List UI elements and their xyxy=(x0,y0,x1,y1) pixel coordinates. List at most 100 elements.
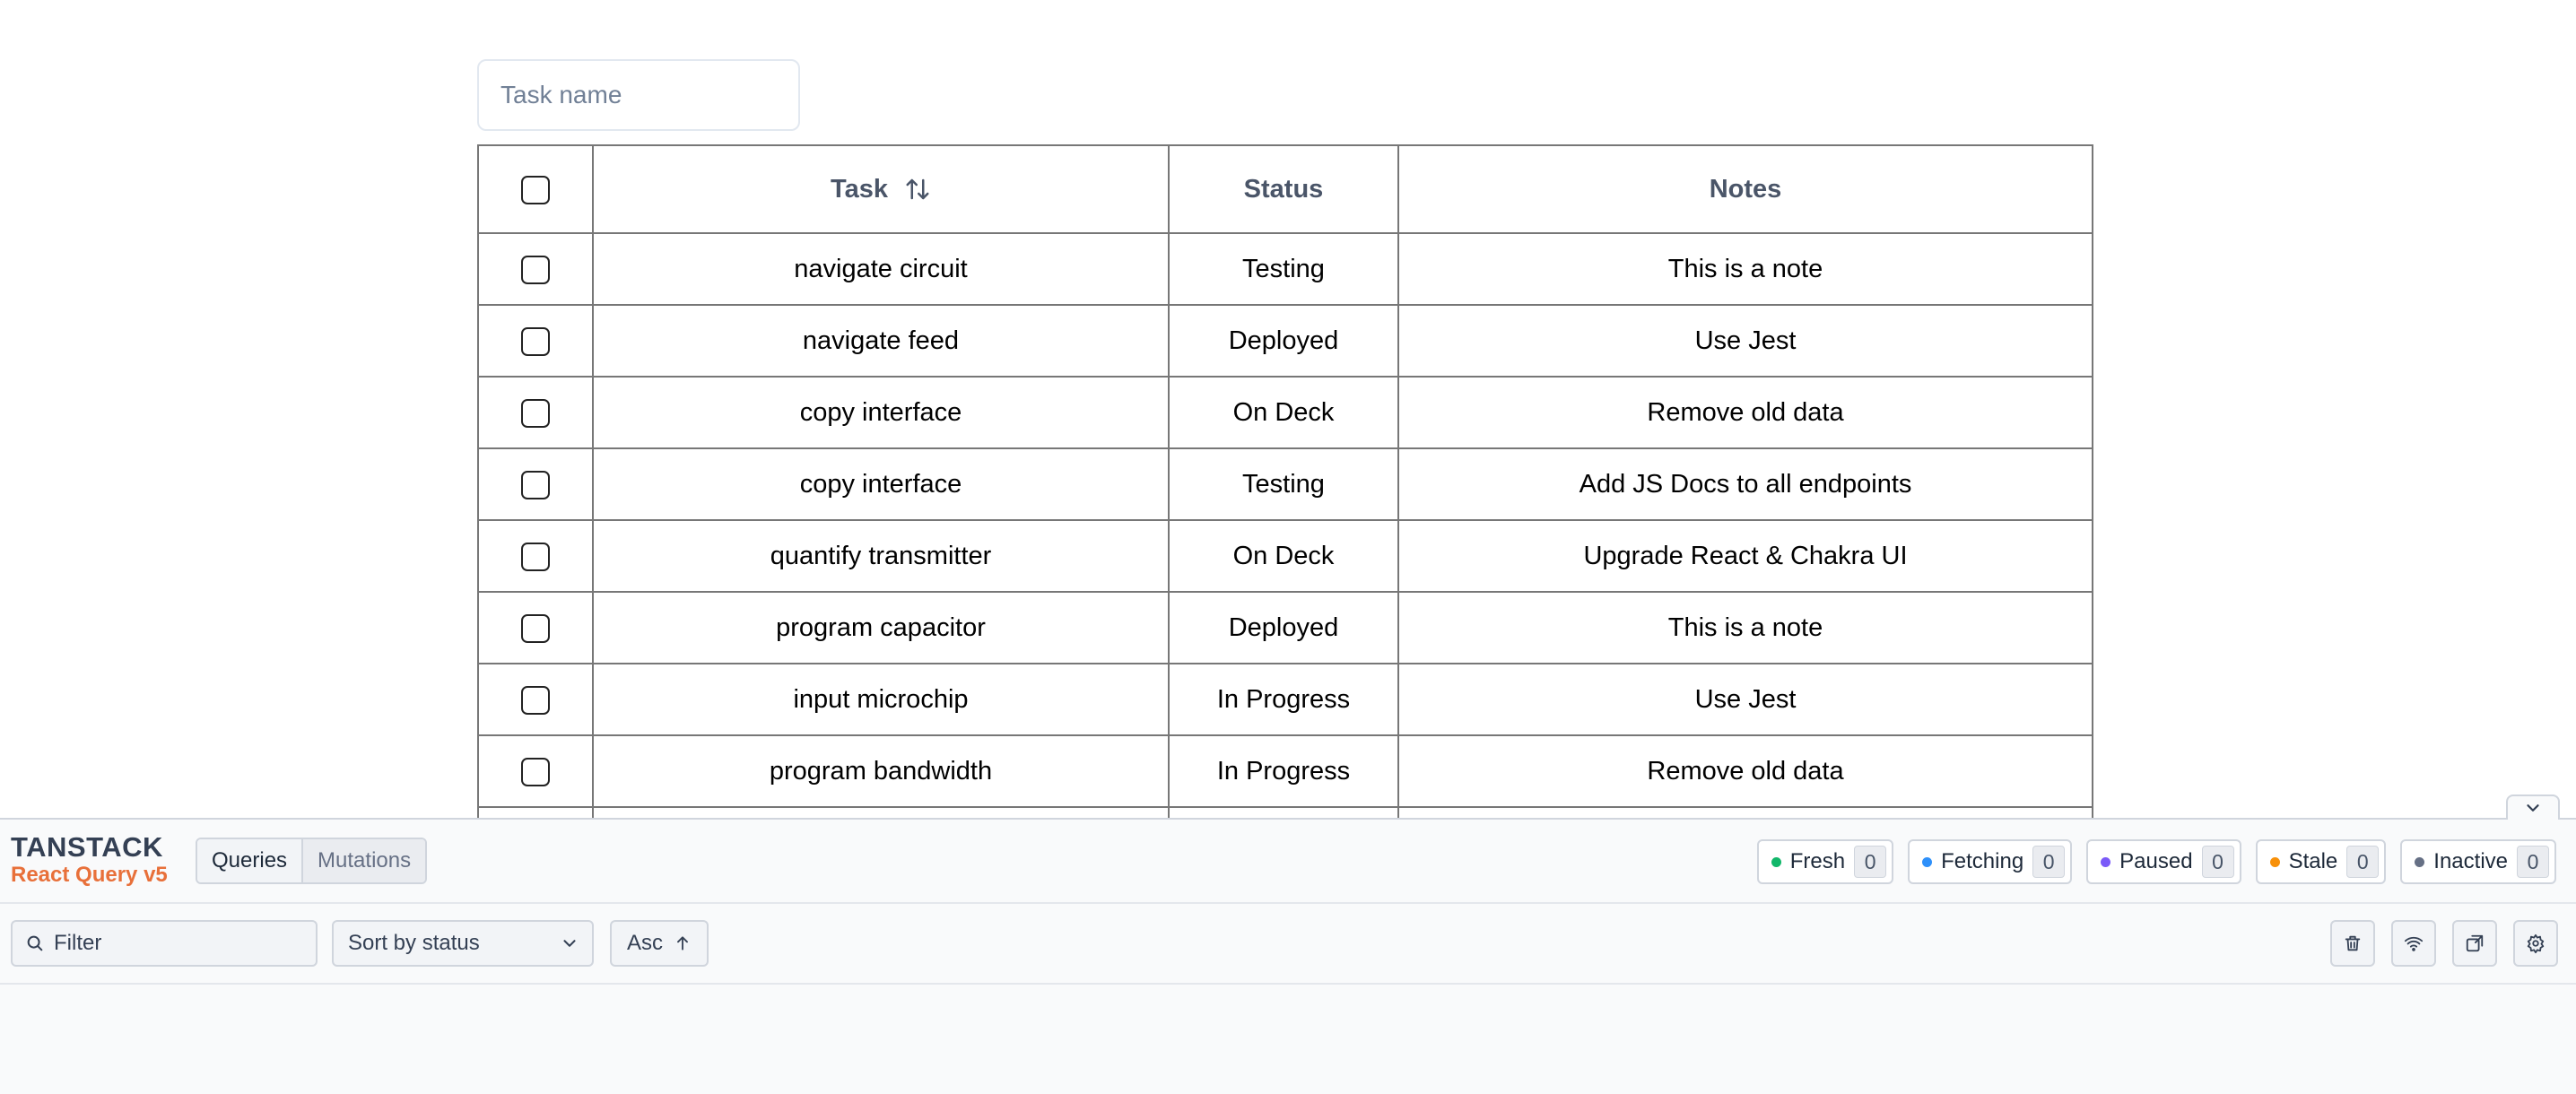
row-checkbox[interactable] xyxy=(521,470,550,499)
row-select-cell xyxy=(477,232,594,306)
status-cell: Testing xyxy=(1168,232,1399,306)
sort-order-button[interactable]: Asc xyxy=(610,920,709,967)
table-row: program capacitor Deployed This is a not… xyxy=(477,591,2093,664)
row-select-cell xyxy=(477,447,594,521)
status-dot xyxy=(1771,856,1781,867)
select-all-checkbox[interactable] xyxy=(521,175,550,204)
task-cell: program bandwidth xyxy=(592,734,1170,808)
status-dot xyxy=(1922,856,1933,867)
header-select-cell xyxy=(477,144,594,234)
table-row: program bandwidth In Progress Remove old… xyxy=(477,734,2093,808)
sort-select[interactable]: Sort by status xyxy=(332,920,594,967)
table-row: navigate circuit Testing This is a note xyxy=(477,232,2093,306)
tasks-table: Task Status Notes navigate circuit Testi… xyxy=(477,144,2093,818)
tab-queries[interactable]: Queries xyxy=(197,839,304,882)
table-header-row: Task Status Notes xyxy=(477,144,2093,234)
status-cell: Deployed xyxy=(1168,304,1399,378)
status-pill-paused[interactable]: Paused 0 xyxy=(2086,839,2241,884)
task-cell: quantify transmitter xyxy=(592,519,1170,593)
status-label: Stale xyxy=(2288,849,2338,873)
tanstack-logo[interactable]: TANSTACK React Query v5 xyxy=(11,832,168,888)
popout-button[interactable] xyxy=(2452,920,2497,967)
offline-toggle-button[interactable] xyxy=(2391,920,2436,967)
popout-icon xyxy=(2466,934,2484,952)
status-cell: In Progress xyxy=(1168,663,1399,736)
row-checkbox[interactable] xyxy=(521,398,550,428)
notes-cell: Use Jest xyxy=(1397,663,2093,736)
wifi-icon xyxy=(2404,936,2424,951)
task-name-input[interactable] xyxy=(477,59,800,131)
query-status-summary: Fresh 0 Fetching 0 Paused 0 Stale 0 Inac… xyxy=(1756,839,2556,884)
status-pill-stale[interactable]: Stale 0 xyxy=(2255,839,2387,884)
status-label: Fetching xyxy=(1941,849,2024,873)
row-select-cell xyxy=(477,663,594,736)
row-checkbox[interactable] xyxy=(521,326,550,356)
status-pill-fetching[interactable]: Fetching 0 xyxy=(1908,839,2073,884)
header-task[interactable]: Task xyxy=(592,144,1170,234)
table-row: copy interface On Deck Remove old data xyxy=(477,376,2093,449)
row-checkbox[interactable] xyxy=(521,685,550,715)
task-cell xyxy=(592,806,1170,818)
devtools-header: TANSTACK React Query v5 Queries Mutation… xyxy=(0,820,2576,904)
status-label: Inactive xyxy=(2433,849,2508,873)
sort-select-value: Sort by status xyxy=(348,931,480,955)
status-dot xyxy=(2101,856,2111,867)
notes-cell xyxy=(1397,806,2093,818)
clear-cache-button[interactable] xyxy=(2330,920,2375,967)
status-count: 0 xyxy=(2032,846,2066,878)
search-icon xyxy=(27,935,43,951)
task-cell: navigate circuit xyxy=(592,232,1170,306)
status-cell: Deployed xyxy=(1168,591,1399,664)
table-row: quantify transmitter On Deck Upgrade Rea… xyxy=(477,519,2093,593)
status-label: Paused xyxy=(2119,849,2193,873)
notes-cell: This is a note xyxy=(1397,232,2093,306)
header-task-label: Task xyxy=(831,174,888,204)
row-select-cell xyxy=(477,376,594,449)
notes-cell: Upgrade React & Chakra UI xyxy=(1397,519,2093,593)
row-select-cell xyxy=(477,519,594,593)
row-select-cell xyxy=(477,304,594,378)
status-pill-fresh[interactable]: Fresh 0 xyxy=(1756,839,1894,884)
settings-icon xyxy=(2527,933,2545,953)
row-select-cell xyxy=(477,734,594,808)
status-cell: On Deck xyxy=(1168,376,1399,449)
status-count: 0 xyxy=(2517,846,2549,878)
notes-cell: Use Jest xyxy=(1397,304,2093,378)
row-checkbox[interactable] xyxy=(521,542,550,571)
status-dot xyxy=(2415,856,2425,867)
row-select-cell xyxy=(477,591,594,664)
notes-cell: Remove old data xyxy=(1397,734,2093,808)
task-cell: navigate feed xyxy=(592,304,1170,378)
filter-input[interactable] xyxy=(54,931,305,956)
settings-button[interactable] xyxy=(2513,920,2558,967)
status-pill-inactive[interactable]: Inactive 0 xyxy=(2400,839,2556,884)
table-row: input microchip In Progress Use Jest xyxy=(477,663,2093,736)
app: Task Status Notes navigate circuit Testi… xyxy=(0,0,2576,818)
row-select-cell xyxy=(477,806,594,818)
task-cell: copy interface xyxy=(592,376,1170,449)
table-row xyxy=(477,806,2093,818)
row-checkbox[interactable] xyxy=(521,613,550,643)
devtools-actions xyxy=(2330,920,2558,967)
notes-cell: Add JS Docs to all endpoints xyxy=(1397,447,2093,521)
status-label: Fresh xyxy=(1789,849,1846,873)
tab-mutations[interactable]: Mutations xyxy=(303,839,426,882)
status-dot xyxy=(2269,856,2280,867)
sort-icon xyxy=(906,178,929,200)
query-filter xyxy=(11,920,318,967)
devtools-collapse-button[interactable] xyxy=(2506,794,2560,820)
view-toggle: Queries Mutations xyxy=(196,838,428,884)
task-cell: program capacitor xyxy=(592,591,1170,664)
table-row: navigate feed Deployed Use Jest xyxy=(477,304,2093,378)
status-cell xyxy=(1168,806,1399,818)
row-checkbox[interactable] xyxy=(521,757,550,786)
task-cell: input microchip xyxy=(592,663,1170,736)
row-checkbox[interactable] xyxy=(521,255,550,284)
chevron-down-icon xyxy=(2527,804,2539,812)
logo-subtitle: React Query v5 xyxy=(11,863,168,887)
status-cell: On Deck xyxy=(1168,519,1399,593)
table-row: copy interface Testing Add JS Docs to al… xyxy=(477,447,2093,521)
arrow-up-icon xyxy=(677,936,688,951)
header-notes: Notes xyxy=(1397,144,2093,234)
status-count: 0 xyxy=(2346,846,2380,878)
